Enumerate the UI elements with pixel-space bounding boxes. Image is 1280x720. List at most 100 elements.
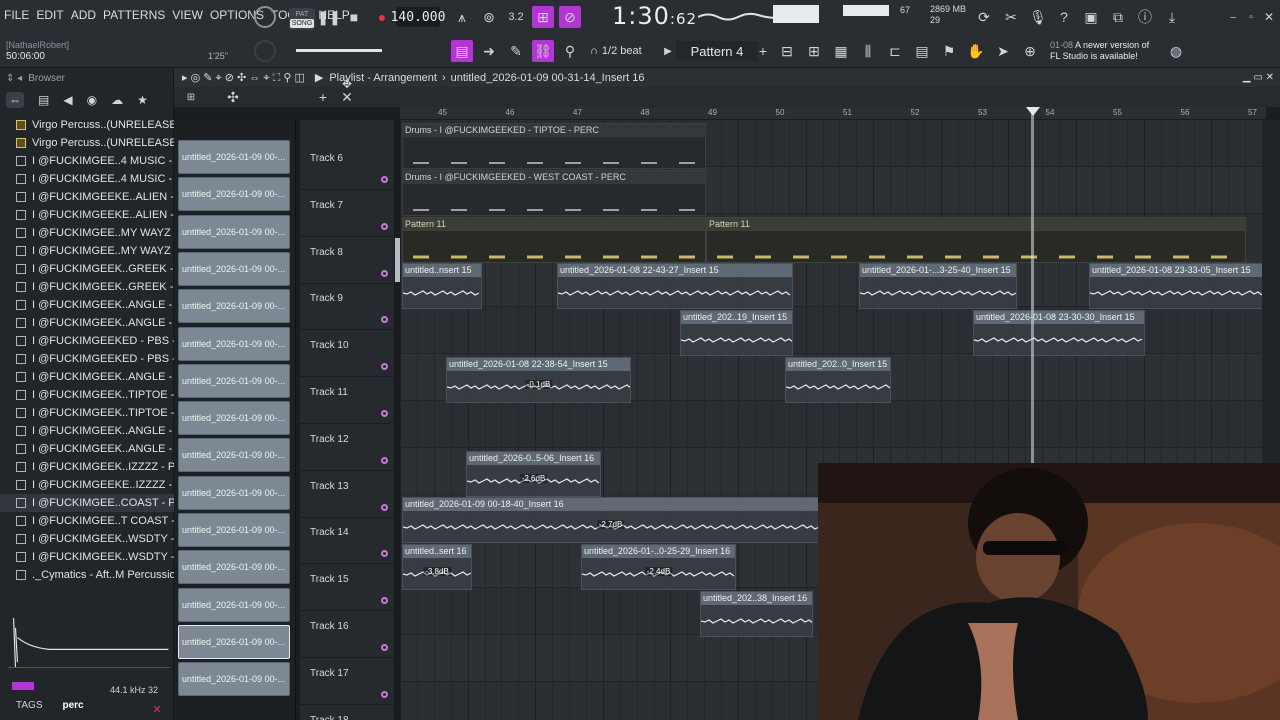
browser-file[interactable]: I @FUCKIMGEEK..TIPTOE - PERC — [0, 386, 174, 404]
touch-icon[interactable]: ✋ — [965, 40, 987, 62]
picker-clip[interactable]: untitled_2026-01-09 00-... — [178, 550, 290, 585]
piano-roll-icon[interactable]: ▦ — [830, 40, 852, 62]
audio-clip[interactable]: untitled_2026-0..5-06_Insert 16 -2.6dB — [466, 450, 601, 497]
plus-icon[interactable]: + — [312, 86, 334, 108]
browser-file[interactable]: I @FUCKIMGEE..MY WAYZ - PERC — [0, 242, 174, 260]
browser-file[interactable]: I @FUCKIMGEEKE..ALIEN - PERC — [0, 188, 174, 206]
right-scrollbar[interactable] — [1262, 120, 1280, 463]
tags-value[interactable]: perc — [62, 700, 83, 711]
browser-file[interactable]: I @FUCKIMGEEK..ANGLE - PERC — [0, 440, 174, 458]
globe-icon[interactable]: ◍ — [1165, 40, 1187, 62]
reset-icon[interactable]: ⟳ — [973, 6, 995, 28]
tuner-icon[interactable]: ✂ — [1000, 6, 1022, 28]
picker-clip[interactable]: untitled_2026-01-09 00-... — [178, 624, 290, 659]
arrow-right-icon[interactable]: ➜ — [478, 40, 500, 62]
track-header[interactable]: Track 7 — [300, 190, 396, 237]
menu-patterns[interactable]: PATTERNS — [103, 8, 165, 22]
track-enable-icon[interactable] — [381, 456, 388, 464]
clear-tags-icon[interactable]: ✕ — [146, 698, 168, 720]
help-icon[interactable]: ? — [1053, 6, 1075, 28]
audio-clip[interactable]: untitled_202..38_Insert 16 — [700, 591, 813, 637]
picker-clip[interactable]: untitled_2026-01-09 00-... — [178, 513, 290, 547]
picker-clip[interactable]: untitled_2026-01-09 00-... — [178, 140, 290, 174]
picker-clip[interactable]: untitled_2026-01-09 00-... — [178, 177, 290, 212]
track-header[interactable]: Track 13 — [300, 471, 396, 518]
pause-icon[interactable]: ❚❚ — [317, 6, 340, 28]
track-enable-icon[interactable] — [381, 597, 388, 605]
track-enable-icon[interactable] — [381, 690, 388, 698]
audio-clip[interactable]: untitled_2026-01-08 23-33-05_Insert 15 — [1089, 263, 1264, 310]
browser-file[interactable]: I @FUCKIMGEEK..TIPTOE - PERC — [0, 404, 174, 422]
mixer-icon[interactable]: ⊟ — [776, 40, 798, 62]
picker-clip[interactable]: untitled_2026-01-09 00-... — [178, 214, 290, 249]
browser-file[interactable]: I @FUCKIMGEEK..GREEK - PERC — [0, 278, 174, 296]
pattern-clip[interactable]: Pattern 11 — [402, 216, 706, 263]
browser-file[interactable]: I @FUCKIMGEEK..GREEK - PERC — [0, 260, 174, 278]
browser-file[interactable]: I @FUCKIMGEEKED - PBS - PERC — [0, 350, 174, 368]
link-icon[interactable]: ⛓ — [532, 40, 554, 62]
pattern-selector[interactable]: Pattern 4 — [676, 41, 758, 61]
drum-clip[interactable]: Drums - I @FUCKIMGEEKED - TIPTOE - PERC — [402, 123, 706, 169]
picker-clip[interactable]: untitled_2026-01-09 00-... — [178, 438, 290, 473]
track-header[interactable]: Track 18 — [300, 705, 396, 720]
track-enable-icon[interactable] — [381, 644, 388, 651]
track-header[interactable]: Track 6 — [300, 143, 396, 190]
shop-icon[interactable]: ⊕ — [1019, 40, 1041, 62]
audio-clip[interactable]: untitled..nsert 15 — [402, 263, 482, 310]
audio-clip[interactable]: untitled_2026-01-08 22-43-27_Insert 15 — [557, 263, 793, 310]
pattern-clip[interactable]: Pattern 11 — [706, 216, 1246, 263]
playlist-play-icon[interactable]: ▶ — [315, 71, 323, 84]
pat-song-toggle[interactable]: PAT SONG — [289, 8, 315, 30]
playhead[interactable] — [1031, 107, 1034, 464]
master-volume-knob-icon[interactable] — [254, 6, 276, 28]
browser-folder[interactable]: Virgo Percuss..(UNRELEASED) — [0, 116, 174, 134]
browser-file[interactable]: I @FUCKIMGEEK..WSDTY - PERC — [0, 530, 174, 548]
track-header[interactable]: Track 11 — [300, 377, 396, 424]
playlist-tools-icons[interactable]: ▸ ◎ ✎ ⌖ ⊘ ✣ ⇔ ⌖ ⛶ ⚲ ◫ — [182, 71, 305, 85]
picker-clip[interactable]: untitled_2026-01-09 00-... — [178, 289, 290, 324]
track-enable-icon[interactable] — [381, 410, 388, 417]
browser-file[interactable]: I @FUCKIMGEEK..ANGLE - PERC — [0, 314, 174, 332]
drum-clip[interactable]: Drums - I @FUCKIMGEEKED - WEST COAST - P… — [402, 169, 706, 216]
close-icon[interactable]: ✕ — [1258, 6, 1280, 28]
microphone-icon[interactable]: 🎙 — [1027, 6, 1049, 28]
preview-play-indicator[interactable] — [12, 682, 34, 690]
picker-clip[interactable]: untitled_2026-01-09 00-... — [178, 587, 290, 622]
track-header[interactable]: Track 14 — [300, 517, 396, 565]
snap-selector[interactable]: ∩ 1/2 beat — [590, 43, 662, 59]
picker-clip[interactable]: untitled_2026-01-09 00-... — [178, 251, 290, 286]
step-edit-icon[interactable]: ⊞ — [532, 6, 554, 28]
news-panel[interactable]: 01-08 A newer version of FL Studio is av… — [1050, 40, 1149, 62]
picker-clip[interactable]: untitled_2026-01-09 00-... — [178, 363, 290, 398]
audio-clip[interactable]: untitled_2026-01-...3-25-40_Insert 15 — [859, 263, 1017, 310]
browser-nav-icon[interactable]: ⇕ ◂ — [6, 73, 22, 84]
metronome-icon[interactable]: ⩚ — [451, 6, 473, 28]
mover-icon[interactable]: ✥ — [336, 73, 358, 95]
download-icon[interactable]: ⤓ — [1161, 6, 1183, 28]
menu-view[interactable]: VIEW — [172, 8, 203, 22]
picker-clip[interactable]: untitled_2026-01-09 00-... — [178, 475, 290, 510]
browser-file[interactable]: I @FUCKIMGEEK..ANGLE - PERC — [0, 422, 174, 440]
pitch-knob-icon[interactable] — [254, 40, 276, 62]
add-track-icon[interactable]: ⊞ — [180, 86, 202, 108]
track-enable-icon[interactable] — [381, 550, 388, 558]
all-icon[interactable]: ⇔ — [6, 92, 24, 108]
browser-file[interactable]: I @FUCKIMGEEKED - PBS - PERC — [0, 332, 174, 350]
channel-rack-icon[interactable]: ⊞ — [803, 40, 825, 62]
browser-file[interactable]: I @FUCKIMGEE..COAST - PERC — [0, 494, 174, 512]
browser-tree-icon[interactable]: ⊏ — [884, 40, 906, 62]
audio-clip[interactable]: untitled_2026-01-08 23-30-30_Insert 15 — [973, 310, 1145, 357]
track-enable-icon[interactable] — [381, 363, 388, 371]
track-enable-icon[interactable] — [381, 269, 388, 277]
tempo-tap-icon[interactable]: ➤ — [992, 40, 1014, 62]
track-enable-icon[interactable] — [381, 222, 388, 230]
picker-clip[interactable]: untitled_2026-01-09 00-... — [178, 326, 290, 361]
audio-clip[interactable]: untitled_2026-01-..0-25-29_Insert 16 -2.4… — [581, 544, 736, 591]
menu-add[interactable]: ADD — [71, 8, 96, 22]
track-header[interactable]: Track 17 — [300, 658, 396, 705]
stop-icon[interactable]: ■ — [343, 6, 365, 28]
track-header[interactable]: Track 9 — [300, 283, 396, 331]
track-enable-icon[interactable] — [381, 316, 388, 324]
timeline-ruler[interactable]: 45 46 47 48 49 50 51 52 53 54 55 56 57 — [400, 107, 1266, 120]
menu-edit[interactable]: EDIT — [36, 8, 63, 22]
